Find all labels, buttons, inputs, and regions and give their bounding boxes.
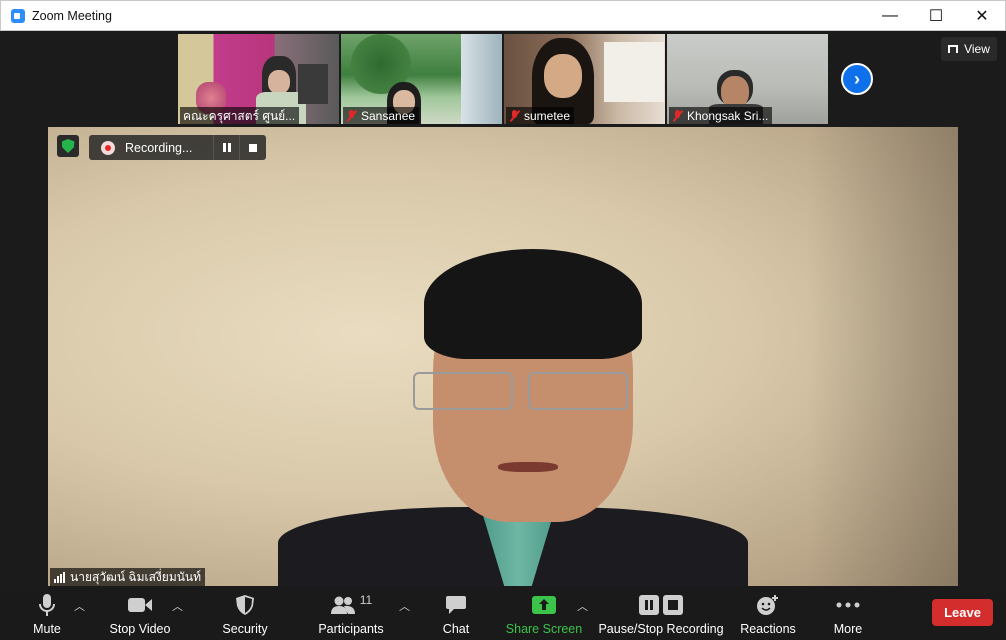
muted-mic-icon (346, 110, 357, 122)
shield-icon (235, 591, 255, 619)
view-button[interactable]: View (941, 37, 997, 61)
smiley-plus-icon (756, 591, 780, 619)
stop-video-label: Stop Video (109, 622, 171, 636)
pause-stop-recording-button[interactable]: Pause/Stop Recording (598, 586, 724, 640)
gallery-strip: คณะครุศาสตร์ ศูนย์... Sansanee sumetee K… (178, 34, 828, 124)
participant-thumbnail[interactable]: Khongsak Sri... (667, 34, 828, 124)
pause-icon (222, 143, 231, 152)
chat-label: Chat (442, 622, 470, 636)
thumbnail-name: sumetee (524, 109, 571, 123)
minimize-button[interactable]: — (867, 1, 913, 31)
recording-indicator: Recording... (89, 135, 266, 160)
next-page-button[interactable]: › (841, 63, 873, 95)
meeting-stage: คณะครุศาสตร์ ศูนย์... Sansanee sumetee K… (1, 31, 1005, 586)
reactions-button[interactable]: Reactions (740, 586, 796, 640)
maximize-button[interactable]: ☐ (913, 1, 959, 31)
security-button[interactable]: Security (220, 586, 270, 640)
chat-button[interactable]: Chat (440, 586, 472, 640)
thumbnail-name: Sansanee (361, 109, 416, 123)
muted-mic-icon (509, 110, 520, 122)
pause-stop-recording-label: Pause/Stop Recording (598, 622, 724, 636)
participant-thumbnail[interactable]: คณะครุศาสตร์ ศูนย์... (178, 34, 339, 124)
thumbnail-label: Khongsak Sri... (669, 107, 773, 124)
window-controls: — ☐ ✕ (867, 1, 1005, 31)
recording-label: Recording... (125, 140, 193, 155)
share-screen-button[interactable]: Share Screen (505, 586, 583, 640)
stop-icon (248, 143, 257, 152)
zoom-app-icon (11, 8, 25, 23)
participants-icon: 11 (330, 591, 372, 619)
thumbnail-name: คณะครุศาสตร์ ศูนย์... (183, 108, 296, 123)
more-label: More (833, 622, 863, 636)
participant-thumbnail[interactable]: Sansanee (341, 34, 502, 124)
mute-label: Mute (33, 622, 61, 636)
stop-video-button[interactable]: Stop Video (106, 586, 174, 640)
speaker-name-label: นายสุวัฒน์ ฉิมเสงี่ยมนันท์ (50, 568, 206, 586)
recording-controls-icon (639, 591, 683, 619)
meeting-toolbar: Mute ︿ Stop Video ︿ Security 11 Particip… (0, 586, 1006, 640)
participants-label: Participants (318, 622, 384, 636)
participants-button[interactable]: 11 Participants (318, 586, 384, 640)
security-label: Security (222, 622, 268, 636)
security-shield-badge[interactable] (57, 135, 79, 157)
recording-dot-icon (101, 140, 115, 155)
shield-icon (61, 139, 75, 153)
video-camera-icon (127, 591, 153, 619)
share-arrow-icon (532, 591, 556, 619)
speaker-name: นายสุวัฒน์ ฉิมเสงี่ยมนันท์ (70, 569, 202, 584)
thumbnail-label: sumetee (506, 107, 575, 124)
participant-count: 11 (359, 593, 373, 607)
window-title: Zoom Meeting (32, 8, 112, 23)
leave-button[interactable]: Leave (932, 599, 993, 626)
close-button[interactable]: ✕ (959, 1, 1005, 31)
thumbnail-name: Khongsak Sri... (687, 109, 769, 123)
title-bar: Zoom Meeting — ☐ ✕ (0, 0, 1006, 31)
active-speaker-video: Recording... นายสุวัฒน์ ฉิมเสงี่ยมนันท์ (48, 127, 958, 586)
thumbnail-label: คณะครุศาสตร์ ศูนย์... (180, 107, 300, 124)
microphone-icon (38, 591, 56, 619)
participant-thumbnail[interactable]: sumetee (504, 34, 665, 124)
chevron-right-icon: › (854, 68, 860, 89)
grid-view-icon (948, 45, 959, 53)
pause-recording-button[interactable] (213, 135, 239, 160)
ellipsis-icon (836, 591, 860, 619)
reactions-label: Reactions (740, 622, 796, 636)
share-options-caret[interactable]: ︿ (577, 598, 588, 614)
participants-options-caret[interactable]: ︿ (399, 598, 410, 614)
share-screen-label: Share Screen (505, 622, 583, 636)
audio-options-caret[interactable]: ︿ (74, 598, 85, 614)
more-button[interactable]: More (832, 586, 864, 640)
chat-bubble-icon (445, 591, 467, 619)
stop-recording-button[interactable] (239, 135, 265, 160)
view-label: View (964, 42, 990, 56)
mute-button[interactable]: Mute (28, 586, 66, 640)
thumbnail-label: Sansanee (343, 107, 420, 124)
signal-strength-icon (54, 571, 65, 583)
muted-mic-icon (672, 110, 683, 122)
video-options-caret[interactable]: ︿ (172, 598, 183, 614)
